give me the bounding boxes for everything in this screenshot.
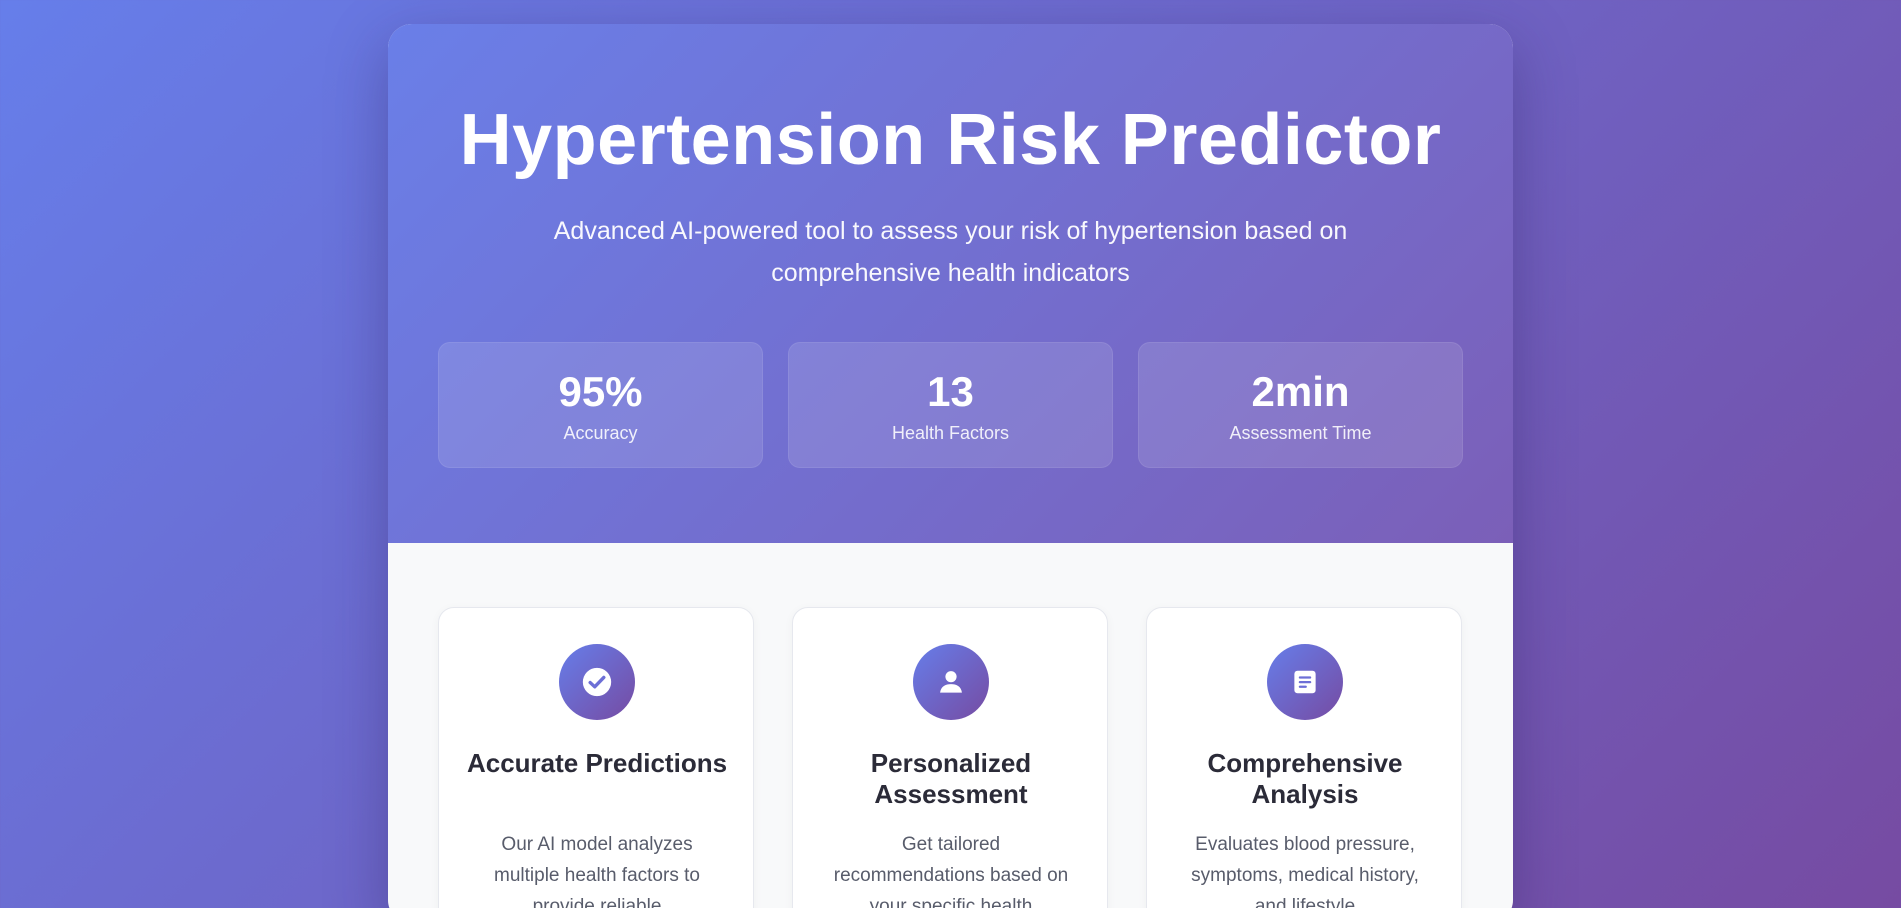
feature-description: Evaluates blood pressure, symptoms, medi… xyxy=(1191,834,1419,908)
page-title: Hypertension Risk Predictor xyxy=(459,100,1442,180)
page-subtitle: Advanced AI-powered tool to assess your … xyxy=(553,217,1348,287)
hero-header: Hypertension Risk Predictor Advanced AI-… xyxy=(388,24,1513,543)
check-circle-icon xyxy=(559,644,635,720)
stat-label: Health Factors xyxy=(891,423,1010,443)
feature-description: Get tailored recommendations based on yo… xyxy=(833,834,1069,908)
document-icon xyxy=(1267,644,1343,720)
stat-value: 13 xyxy=(927,368,974,415)
feature-card-comprehensive-analysis: Comprehensive Analysis Evaluates blood p… xyxy=(1146,607,1462,908)
stat-value: 95% xyxy=(558,368,643,415)
stat-accuracy: 95% Accuracy xyxy=(438,342,763,468)
stat-label: Accuracy xyxy=(563,423,638,443)
stat-value: 2min xyxy=(1251,368,1350,415)
stat-health-factors: 13 Health Factors xyxy=(788,342,1113,468)
feature-description: Our AI model analyzes multiple health fa… xyxy=(494,834,700,908)
person-icon xyxy=(913,644,989,720)
feature-card-personalized-assessment: Personalized Assessment Get tailored rec… xyxy=(792,607,1108,908)
feature-title: Comprehensive Analysis xyxy=(1207,748,1403,809)
feature-card-accurate-predictions: Accurate Predictions Our AI model analyz… xyxy=(438,607,754,908)
stat-assessment-time: 2min Assessment Time xyxy=(1138,342,1463,468)
main-card: Hypertension Risk Predictor Advanced AI-… xyxy=(388,24,1513,908)
feature-title: Accurate Predictions xyxy=(466,748,728,778)
feature-title: Personalized Assessment xyxy=(870,748,1032,809)
stat-label: Assessment Time xyxy=(1229,423,1372,443)
